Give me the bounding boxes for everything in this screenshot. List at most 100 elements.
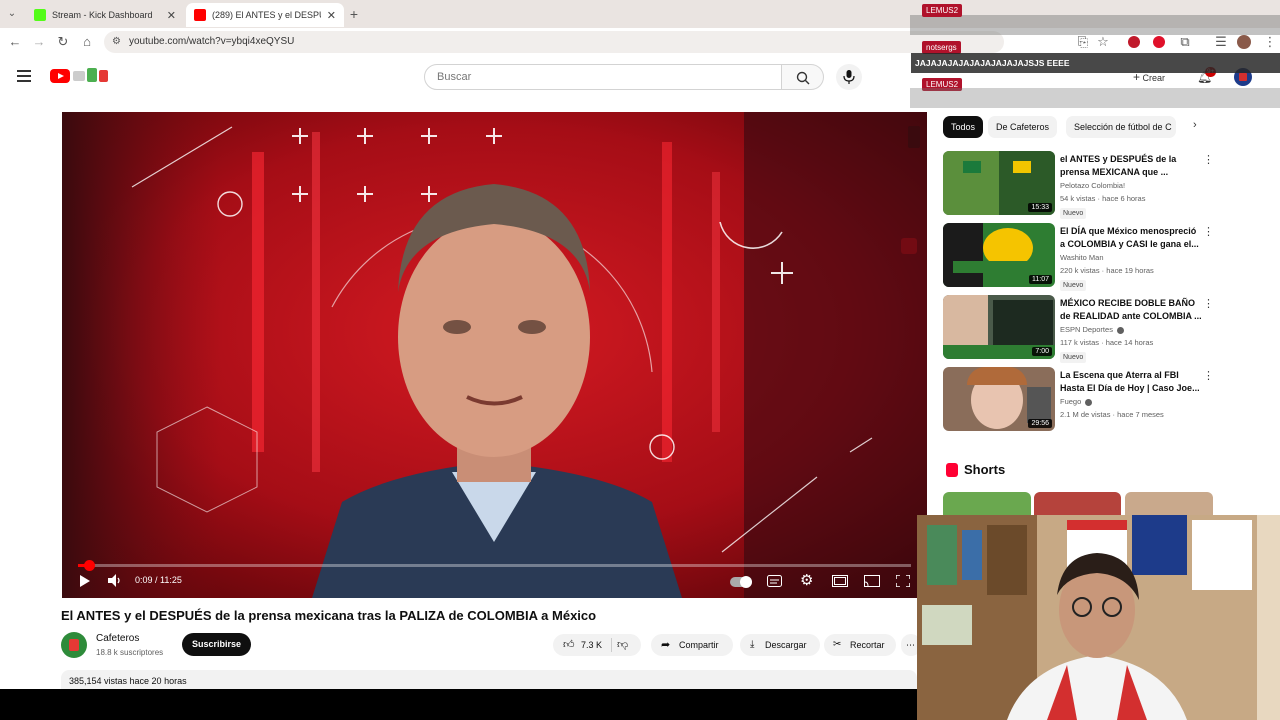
download-button[interactable]: ⤓ Descargar	[740, 634, 820, 656]
video-thumbnail[interactable]: 11:07	[943, 223, 1055, 287]
cast-button[interactable]	[864, 575, 880, 591]
verified-check-icon	[1085, 398, 1093, 406]
recommended-video[interactable]: 11:07 El DÍA que México menospreció a CO…	[943, 223, 1214, 291]
rec-channel: Washito Man	[1060, 253, 1104, 262]
theater-mode-button[interactable]	[832, 575, 848, 591]
bookmark-star-icon[interactable]: ☆	[1095, 34, 1111, 50]
recommendation-chips: Todos De Cafeteros Selección de fútbol d…	[943, 116, 1213, 138]
clip-button[interactable]: ✂ Recortar	[824, 634, 896, 656]
new-tab-icon[interactable]: +	[346, 6, 362, 22]
taskbar-strip	[0, 689, 917, 720]
short-thumbnail[interactable]	[943, 492, 1031, 516]
shorts-logo-icon	[946, 463, 958, 477]
home-icon[interactable]: ⌂	[79, 34, 95, 50]
video-player[interactable]	[62, 112, 927, 598]
forward-arrow-icon[interactable]: →	[31, 34, 47, 50]
extension-icon[interactable]	[1128, 36, 1140, 48]
webcam-overlay	[917, 515, 1280, 720]
youtube-favicon-icon	[194, 9, 206, 21]
cast-icon	[864, 575, 880, 587]
thumbs-down-icon[interactable]: 👎︎	[617, 634, 628, 656]
close-icon[interactable]: ✕	[327, 9, 336, 22]
duration-badge: 11:07	[1029, 275, 1052, 284]
extension-icon[interactable]	[1153, 36, 1165, 48]
cast-icon[interactable]: ⎘	[1075, 34, 1091, 50]
new-badge: Nuevo	[1060, 352, 1087, 363]
close-icon[interactable]: ✕	[167, 9, 176, 22]
short-thumbnail[interactable]	[1125, 492, 1213, 516]
youtube-doodle-icon[interactable]	[73, 68, 109, 84]
microphone-icon	[843, 70, 855, 84]
subscribe-button[interactable]: Suscribirse	[182, 633, 251, 656]
video-thumbnail[interactable]: 7:00	[943, 295, 1055, 359]
search-bar: Buscar	[424, 64, 824, 90]
tab-youtube-video[interactable]: (289) El ANTES y el DESPUÉS de ✕	[186, 3, 344, 27]
site-info-icon[interactable]: ⚙	[112, 31, 121, 53]
video-thumbnail[interactable]: 15:33	[943, 151, 1055, 215]
recommended-video[interactable]: 7:00 MÉXICO RECIBE DOBLE BAÑO de REALIDA…	[943, 295, 1214, 363]
channel-row: Cafeteros 18.8 k suscriptores Suscribirs…	[61, 630, 921, 660]
channel-avatar[interactable]	[61, 632, 87, 658]
clip-label: Recortar	[850, 640, 885, 650]
search-input[interactable]: Buscar	[424, 64, 782, 90]
fullscreen-icon	[895, 574, 911, 588]
kick-favicon-icon	[34, 9, 46, 21]
back-arrow-icon[interactable]: ←	[7, 34, 23, 50]
profile-avatar[interactable]	[1237, 35, 1251, 49]
search-button[interactable]	[782, 64, 824, 90]
download-label: Descargar	[765, 640, 807, 650]
video-frame	[62, 112, 927, 598]
reload-icon[interactable]: ↻	[55, 34, 71, 50]
youtube-logo-icon[interactable]	[50, 69, 70, 83]
autoplay-toggle[interactable]	[730, 576, 752, 588]
address-bar[interactable]: ⚙ youtube.com/watch?v=ybqi4xeQYSU	[104, 31, 1004, 53]
rec-meta: 220 k vistas · hace 19 horas	[1060, 266, 1154, 275]
rec-channel-name: Fuego	[1060, 397, 1082, 406]
extensions-puzzle-icon[interactable]: ⧉	[1177, 34, 1193, 50]
video-thumbnail[interactable]: 29:56	[943, 367, 1055, 431]
short-thumbnail[interactable]	[1034, 492, 1121, 516]
tab-kick-dashboard[interactable]: Stream - Kick Dashboard ✕	[26, 3, 184, 27]
share-button[interactable]: ➦ Compartir	[651, 634, 733, 656]
recommended-video[interactable]: 15:33 el ANTES y DESPUÉS de la prensa ME…	[943, 151, 1214, 219]
reading-list-icon[interactable]: ☰	[1213, 34, 1229, 50]
more-options-icon[interactable]: ⋮	[1203, 297, 1214, 310]
theater-mode-icon	[832, 575, 848, 587]
volume-button[interactable]	[108, 574, 122, 591]
duration-badge: 15:33	[1028, 203, 1052, 212]
chevron-right-icon[interactable]: ›	[1193, 119, 1197, 131]
download-icon: ⤓	[750, 639, 755, 650]
views-and-date: 385,154 vistas hace 20 horas	[69, 676, 187, 686]
play-icon	[80, 575, 90, 587]
menu-dots-icon[interactable]: ⋮	[1262, 34, 1278, 50]
webcam-feed	[917, 515, 1280, 720]
more-options-icon[interactable]: ⋮	[1203, 153, 1214, 166]
progress-bar[interactable]	[78, 560, 911, 571]
create-label: Crear	[1142, 73, 1166, 83]
voice-search-button[interactable]	[836, 64, 862, 90]
like-count[interactable]: 7.3 K	[581, 634, 602, 656]
duration-badge: 7:00	[1032, 347, 1052, 356]
url-text: youtube.com/watch?v=ybqi4xeQYSU	[129, 36, 295, 47]
settings-gear-icon[interactable]: ⚙	[800, 573, 813, 589]
recommended-video[interactable]: 29:56 La Escena que Aterra al FBI Hasta …	[943, 367, 1214, 431]
more-options-icon[interactable]: ⋮	[1203, 225, 1214, 238]
chip-from-channel[interactable]: De Cafeteros	[988, 116, 1058, 138]
subtitles-button[interactable]	[767, 575, 782, 591]
rec-channel: ESPN Deportes	[1060, 325, 1125, 334]
channel-name[interactable]: Cafeteros	[96, 633, 139, 644]
fullscreen-button[interactable]	[895, 574, 911, 591]
tab-title: (289) El ANTES y el DESPUÉS de	[212, 10, 321, 20]
play-button[interactable]	[79, 575, 91, 591]
more-dots-icon: ⋯	[906, 640, 915, 650]
more-options-icon[interactable]: ⋮	[1203, 369, 1214, 382]
hamburger-menu-icon[interactable]	[17, 70, 31, 82]
progress-scrubber[interactable]	[83, 560, 95, 571]
rec-title: La Escena que Aterra al FBI Hasta El Día…	[1060, 370, 1200, 393]
new-badge: Nuevo	[1060, 280, 1087, 291]
thumbs-up-icon[interactable]: 👍︎	[563, 634, 575, 656]
chip-all[interactable]: Todos	[943, 116, 984, 138]
chip-selection[interactable]: Selección de fútbol de C	[1066, 116, 1176, 138]
tab-list-icon[interactable]: ⌄	[4, 6, 20, 22]
tab-title: Stream - Kick Dashboard	[52, 10, 153, 20]
